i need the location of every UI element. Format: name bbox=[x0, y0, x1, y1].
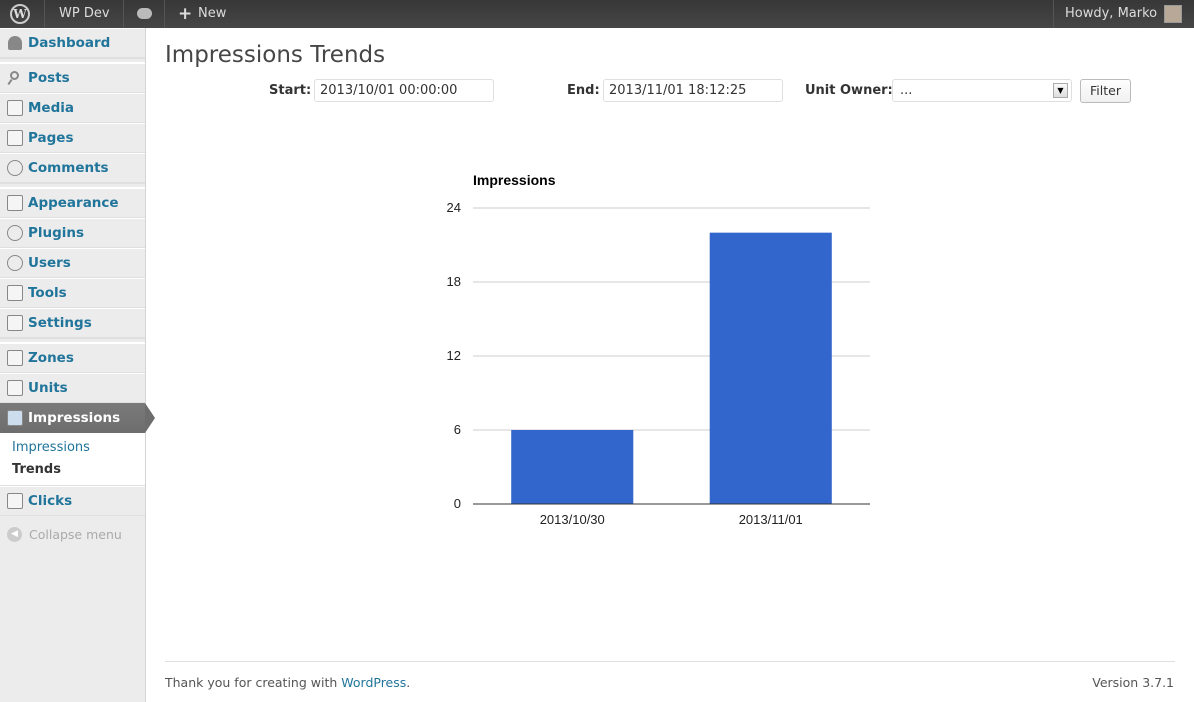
appearance-icon bbox=[7, 195, 23, 211]
sidebar-item-tools[interactable]: Tools bbox=[0, 278, 145, 308]
plus-icon: + bbox=[178, 4, 193, 24]
footer-thanks: Thank you for creating with WordPress. bbox=[165, 675, 410, 690]
footer-thanks-suffix: . bbox=[406, 675, 411, 690]
users-icon bbox=[7, 255, 23, 271]
impressions-chart: Impressions 0 6 12 18 24 2013/10/30 2013/11/0… bbox=[440, 165, 890, 545]
dashboard-icon bbox=[7, 35, 23, 51]
sidebar-item-label: Clicks bbox=[28, 493, 73, 509]
sidebar-item-label: Users bbox=[28, 255, 71, 271]
collapse-icon: ◀ bbox=[7, 527, 22, 542]
settings-icon bbox=[7, 315, 23, 331]
admin-bar: W WP Dev + New Howdy, Marko bbox=[0, 0, 1194, 28]
chart-title: Impressions bbox=[473, 172, 556, 188]
units-icon bbox=[7, 380, 23, 396]
page-title: Impressions Trends bbox=[165, 42, 386, 68]
sidebar-item-plugins[interactable]: Plugins bbox=[0, 218, 145, 248]
sidebar-item-users[interactable]: Users bbox=[0, 248, 145, 278]
bar[interactable] bbox=[709, 232, 832, 504]
sidebar-item-label: Comments bbox=[28, 160, 109, 176]
submenu-item-impressions[interactable]: Impressions bbox=[0, 437, 145, 459]
sidebar-item-impressions[interactable]: Impressions bbox=[0, 403, 155, 433]
start-label: Start: bbox=[269, 83, 312, 98]
new-content-link[interactable]: New bbox=[198, 0, 226, 28]
dropdown-arrow-icon: ▼ bbox=[1053, 83, 1068, 98]
y-tick-label: 6 bbox=[454, 422, 461, 437]
sidebar-item-label: Dashboard bbox=[28, 35, 111, 51]
sidebar-item-label: Appearance bbox=[28, 195, 119, 211]
sidebar-item-label: Settings bbox=[28, 315, 92, 331]
footer-divider bbox=[165, 661, 1175, 662]
current-menu-arrow bbox=[145, 403, 155, 433]
sidebar-item-label: Plugins bbox=[28, 225, 85, 241]
sidebar-item-label: Tools bbox=[28, 285, 67, 301]
submenu-item-trends[interactable]: Trends bbox=[0, 459, 145, 481]
sidebar-item-label: Impressions bbox=[28, 410, 121, 426]
footer-version: Version 3.7.1 bbox=[1092, 675, 1174, 690]
chart-svg: Impressions 0 6 12 18 24 2013/10/30 2013/11/0… bbox=[447, 172, 870, 527]
sidebar-item-label: Units bbox=[28, 380, 68, 396]
unit-owner-value: ... bbox=[900, 83, 913, 98]
wordpress-link[interactable]: WordPress bbox=[341, 675, 406, 690]
collapse-menu-label: Collapse menu bbox=[29, 527, 122, 542]
sidebar-item-dashboard[interactable]: Dashboard bbox=[0, 28, 145, 58]
sidebar-item-label: Zones bbox=[28, 350, 74, 366]
sidebar-item-settings[interactable]: Settings bbox=[0, 308, 145, 338]
media-icon bbox=[7, 100, 23, 116]
avatar[interactable] bbox=[1164, 5, 1182, 23]
clicks-icon bbox=[7, 493, 23, 509]
sidebar-item-clicks[interactable]: Clicks bbox=[0, 486, 145, 516]
comments-icon[interactable] bbox=[137, 8, 152, 19]
y-tick-label: 0 bbox=[454, 496, 461, 511]
site-name-link[interactable]: WP Dev bbox=[59, 0, 110, 28]
sidebar-item-pages[interactable]: Pages bbox=[0, 123, 145, 153]
unit-owner-select[interactable]: ... ▼ bbox=[892, 79, 1072, 102]
bar[interactable] bbox=[511, 430, 634, 504]
sidebar-item-zones[interactable]: Zones bbox=[0, 343, 145, 373]
sidebar-item-label: Media bbox=[28, 100, 74, 116]
pages-icon bbox=[7, 130, 23, 146]
y-tick-label: 24 bbox=[447, 200, 461, 215]
y-tick-label: 12 bbox=[447, 348, 461, 363]
sidebar-item-appearance[interactable]: Appearance bbox=[0, 188, 145, 218]
end-label: End: bbox=[567, 83, 600, 98]
pin-icon bbox=[7, 70, 23, 86]
footer-thanks-text: Thank you for creating with bbox=[165, 675, 342, 690]
sidebar-item-media[interactable]: Media bbox=[0, 93, 145, 123]
sidebar-item-comments[interactable]: Comments bbox=[0, 153, 145, 183]
y-tick-label: 18 bbox=[447, 274, 461, 289]
greeting-link[interactable]: Howdy, Marko bbox=[1065, 0, 1157, 28]
sidebar-item-posts[interactable]: Posts bbox=[0, 63, 145, 93]
sidebar-item-label: Pages bbox=[28, 130, 74, 146]
impressions-icon bbox=[7, 410, 23, 426]
end-date-input[interactable]: 2013/11/01 18:12:25 bbox=[603, 79, 783, 102]
unit-owner-label: Unit Owner: bbox=[805, 83, 893, 98]
collapse-menu-button[interactable]: ◀ Collapse menu bbox=[7, 527, 122, 542]
tools-icon bbox=[7, 285, 23, 301]
sidebar-item-units[interactable]: Units bbox=[0, 373, 145, 403]
x-tick-label: 2013/11/01 bbox=[739, 512, 803, 527]
comment-icon bbox=[7, 160, 23, 176]
start-date-input[interactable]: 2013/10/01 00:00:00 bbox=[314, 79, 494, 102]
admin-sidebar: Dashboard Posts Media Pages Comments App… bbox=[0, 28, 155, 702]
plug-icon bbox=[7, 225, 23, 241]
impressions-submenu: Impressions Trends bbox=[0, 433, 145, 486]
sidebar-item-label: Posts bbox=[28, 70, 70, 86]
filter-button[interactable]: Filter bbox=[1080, 79, 1131, 103]
x-tick-label: 2013/10/30 bbox=[540, 512, 605, 527]
wordpress-logo-icon[interactable]: W bbox=[10, 4, 30, 24]
zones-icon bbox=[7, 350, 23, 366]
